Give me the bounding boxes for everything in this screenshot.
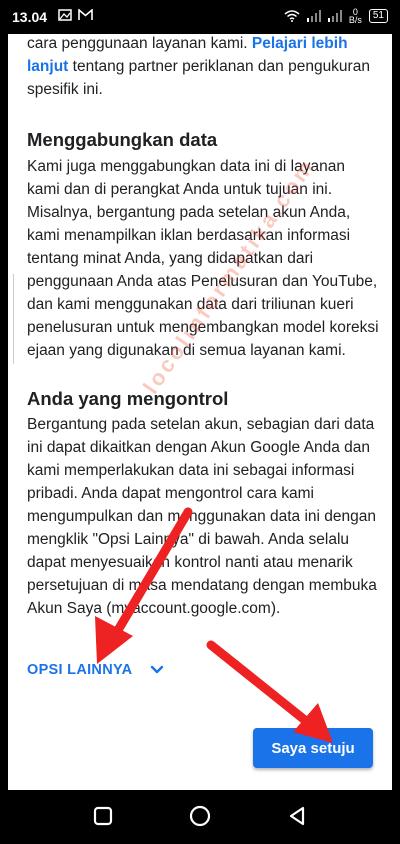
notification-icons xyxy=(58,9,93,21)
intro-text-1: cara penggunaan layanan kami. xyxy=(27,35,252,52)
you-control-heading: Anda yang mengontrol xyxy=(27,388,229,409)
signal-icon xyxy=(306,10,321,22)
combine-data-heading: Menggabungkan data xyxy=(27,129,218,150)
status-bar: 13.04 0 B/s 51 xyxy=(0,0,400,34)
scroll-edge xyxy=(8,274,14,364)
more-options-button[interactable]: OPSI LAINNYA xyxy=(27,662,164,678)
nav-bar xyxy=(0,790,400,844)
battery-icon: 51 xyxy=(368,9,388,23)
triangle-back-icon[interactable] xyxy=(286,805,308,827)
wifi-icon xyxy=(284,10,300,22)
signal-icon-2 xyxy=(327,10,342,22)
consent-content: cara penggunaan layanan kami. Pelajari l… xyxy=(27,34,379,620)
combine-data-body: Kami juga menggabungkan data ini di laya… xyxy=(27,158,379,359)
more-options-label: OPSI LAINNYA xyxy=(27,662,133,678)
square-icon[interactable] xyxy=(92,805,114,827)
battery-level: 51 xyxy=(372,10,384,21)
chevron-down-icon xyxy=(151,665,164,674)
intro-paragraph: cara penggunaan layanan kami. Pelajari l… xyxy=(27,34,379,101)
you-control-body: Bergantung pada setelan akun, sebagian d… xyxy=(27,416,377,617)
system-icons: 0 B/s 51 xyxy=(284,8,388,25)
agree-button[interactable]: Saya setuju xyxy=(253,728,373,768)
gallery-icon xyxy=(58,9,72,21)
clock: 13.04 xyxy=(12,9,48,25)
intro-text-2: tentang partner periklanan dan pengukura… xyxy=(27,58,370,98)
gmail-icon xyxy=(78,9,93,20)
circle-icon[interactable] xyxy=(188,804,212,828)
net-speed: 0 B/s xyxy=(348,8,362,25)
net-speed-unit: B/s xyxy=(348,15,362,25)
consent-sheet: cara penggunaan layanan kami. Pelajari l… xyxy=(8,34,392,790)
